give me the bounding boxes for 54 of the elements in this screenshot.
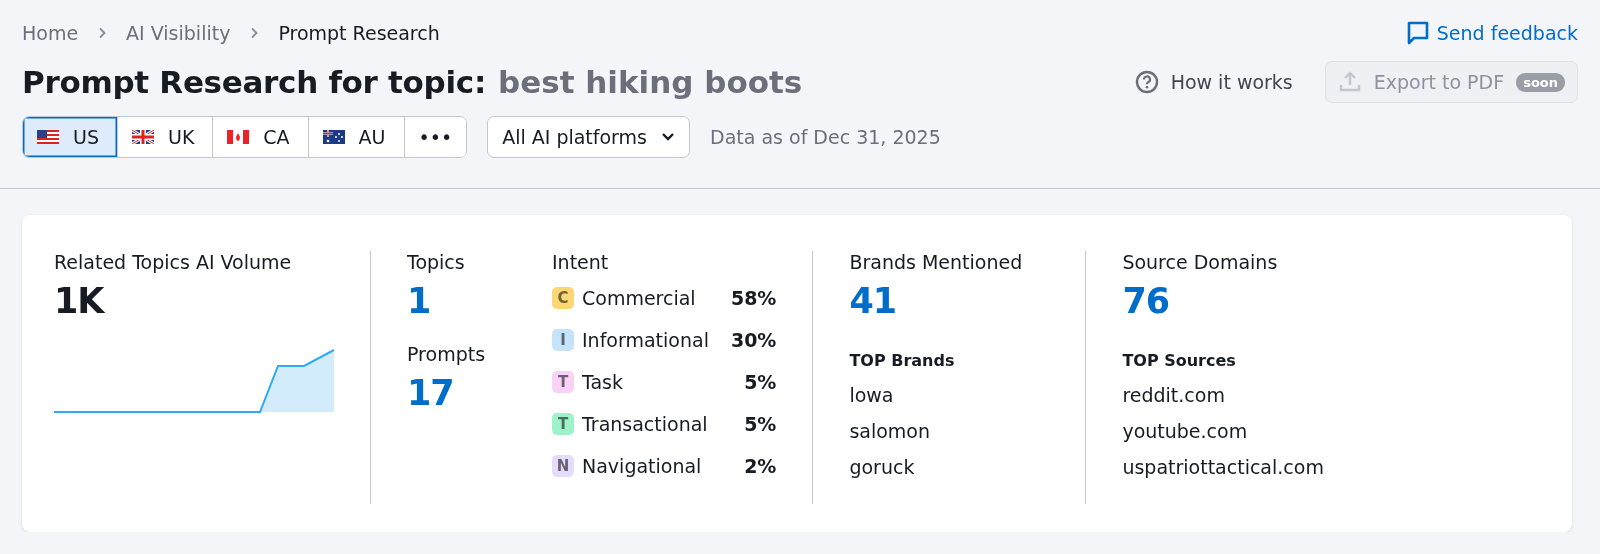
topic-name: best hiking boots (498, 64, 803, 100)
intent-share: 5% (743, 371, 777, 393)
list-item: uspatriottactical.com (1122, 456, 1325, 478)
country-tab[interactable]: US (23, 117, 118, 157)
list-item: salomon (849, 420, 931, 442)
upload-icon (1337, 70, 1362, 94)
intent-name: Navigational (582, 455, 703, 477)
metric-value: 1K (54, 281, 106, 321)
data-date: Data as of Dec 31, 2025 (710, 126, 941, 148)
intent-share: 58% (730, 287, 777, 309)
chevron-down-icon (661, 132, 675, 142)
flag-icon (322, 130, 345, 144)
list-item: youtube.com (1122, 420, 1249, 442)
intent-share: 2% (743, 455, 777, 477)
intent-badge: N (552, 455, 574, 477)
metric-label: Intent (552, 251, 610, 273)
intent-name: Commercial (582, 287, 697, 309)
intent-badge: C (552, 287, 574, 309)
metric-label: Brands Mentioned (849, 251, 1024, 273)
intent-share: 5% (743, 413, 777, 435)
metric-value: 1 (407, 281, 432, 321)
send-feedback-link[interactable]: Send feedback (1406, 21, 1578, 45)
breadcrumb-link[interactable]: AI Visibility (126, 22, 231, 44)
metric-label: Prompts (407, 343, 487, 365)
export-label: Export to PDF (1373, 71, 1505, 93)
breadcrumb-current: Prompt Research (278, 22, 440, 44)
page-title: Prompt Research for topic: (22, 64, 486, 100)
list-item: reddit.com (1122, 384, 1226, 406)
metric-label: Topics (407, 251, 466, 273)
flag-icon (131, 130, 154, 144)
flag-icon (37, 130, 59, 144)
intent-name: Informational (582, 329, 709, 351)
flag-icon (227, 130, 250, 144)
breadcrumb-link[interactable]: Home (22, 22, 79, 44)
intent-name: Task (582, 371, 624, 393)
list-item: lowa (849, 384, 895, 406)
intent-name: Transactional (582, 413, 709, 435)
metric-value: 41 (849, 281, 898, 321)
intent-badge: T (552, 413, 574, 435)
metric-label: Source Domains (1122, 251, 1279, 273)
metric-label: Related Topics AI Volume (54, 251, 293, 273)
intent-share: 30% (730, 329, 777, 351)
metric-value: 76 (1122, 281, 1171, 321)
how-it-works-button[interactable]: How it works (1128, 69, 1299, 95)
soon-badge: soon (1516, 72, 1565, 92)
platform-select[interactable]: All AI platforms (487, 116, 690, 158)
metric-value: 17 (407, 373, 455, 413)
list-heading: TOP Sources (1122, 351, 1237, 370)
list-item: goruck (849, 456, 916, 478)
chat-icon (1406, 21, 1429, 45)
list-heading: TOP Brands (849, 351, 956, 370)
intent-badge: T (552, 371, 574, 393)
intent-badge: I (552, 329, 574, 351)
help-icon (1134, 70, 1159, 94)
